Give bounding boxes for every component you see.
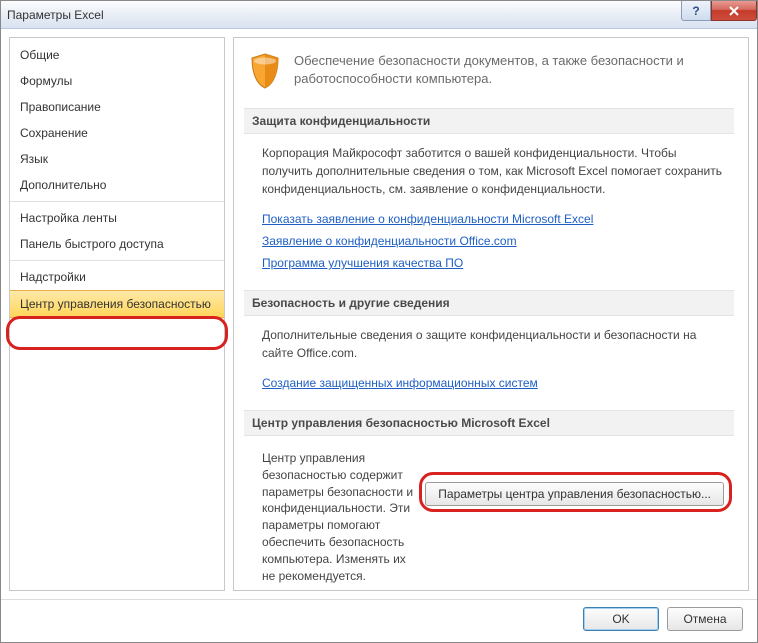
sidebar-item-label: Дополнительно [20,178,106,192]
sidebar-item-trust-center[interactable]: Центр управления безопасностью [10,290,224,318]
section-security-body: Дополнительные сведения о защите конфиде… [244,326,734,406]
sidebar-item-qat[interactable]: Панель быстрого доступа [10,231,224,257]
sidebar-separator [10,260,224,261]
sidebar-item-formulas[interactable]: Формулы [10,68,224,94]
sidebar-item-language[interactable]: Язык [10,146,224,172]
sidebar-item-label: Формулы [20,74,72,88]
sidebar-item-save[interactable]: Сохранение [10,120,224,146]
section-privacy-body: Корпорация Майкрософт заботится о вашей … [244,144,734,286]
security-text: Дополнительные сведения о защите конфиде… [262,326,724,362]
privacy-text: Корпорация Майкрософт заботится о вашей … [262,144,724,198]
section-privacy-header: Защита конфиденциальности [244,108,734,134]
sidebar-item-ribbon[interactable]: Настройка ленты [10,205,224,231]
sidebar-item-label: Общие [20,48,59,62]
sidebar-item-label: Панель быстрого доступа [20,237,164,251]
dialog-footer: OK Отмена [1,599,757,637]
sidebar-separator [10,201,224,202]
sidebar-item-addins[interactable]: Надстройки [10,264,224,290]
sidebar: Общие Формулы Правописание Сохранение Яз… [9,37,225,591]
sidebar-item-label: Центр управления безопасностью [20,297,211,311]
sidebar-item-advanced[interactable]: Дополнительно [10,172,224,198]
window-title: Параметры Excel [7,8,104,22]
link-trustworthy[interactable]: Создание защищенных информационных систе… [262,374,724,392]
titlebar: Параметры Excel ? [1,1,757,29]
sidebar-item-proofing[interactable]: Правописание [10,94,224,120]
help-icon: ? [692,4,699,18]
help-button[interactable]: ? [681,1,711,21]
titlebar-buttons: ? [681,1,757,23]
annotation-highlight [6,316,228,350]
trust-row: Центр управления безопасностью содержит … [244,446,734,591]
shield-icon [248,52,282,90]
section-security-header: Безопасность и другие сведения [244,290,734,316]
trust-center-settings-button[interactable]: Параметры центра управления безопасность… [425,482,724,506]
sidebar-item-label: Настройка ленты [20,211,117,225]
hero-text: Обеспечение безопасности документов, а т… [294,52,734,90]
link-ceip[interactable]: Программа улучшения качества ПО [262,254,724,272]
link-privacy-excel[interactable]: Показать заявление о конфиденциальности … [262,210,724,228]
sidebar-item-label: Язык [20,152,48,166]
sidebar-item-label: Надстройки [20,270,86,284]
close-button[interactable] [711,1,757,21]
sidebar-item-general[interactable]: Общие [10,42,224,68]
trust-text: Центр управления безопасностью содержит … [262,450,413,584]
ok-button[interactable]: OK [583,607,659,631]
sidebar-item-label: Правописание [20,100,101,114]
close-icon [728,6,740,16]
section-trust-header: Центр управления безопасностью Microsoft… [244,410,734,436]
hero: Обеспечение безопасности документов, а т… [244,48,734,104]
main-panel: Обеспечение безопасности документов, а т… [233,37,749,591]
content-wrap: Общие Формулы Правописание Сохранение Яз… [1,29,757,599]
cancel-button[interactable]: Отмена [667,607,743,631]
link-privacy-office[interactable]: Заявление о конфиденциальности Office.co… [262,232,724,250]
sidebar-item-label: Сохранение [20,126,88,140]
